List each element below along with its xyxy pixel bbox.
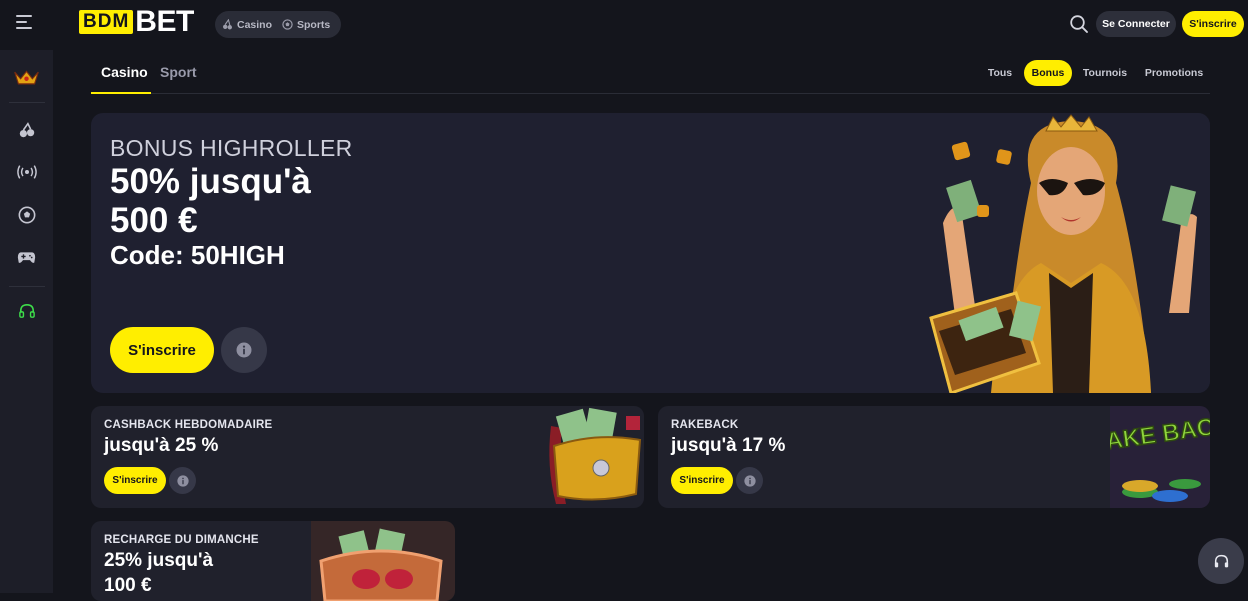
- banner-register-button[interactable]: S'inscrire: [110, 327, 214, 373]
- banner-headline-1: 50% jusqu'à: [110, 162, 311, 201]
- register-button[interactable]: S'inscrire: [1182, 11, 1244, 37]
- banner-headline-2: 500 €: [110, 201, 198, 240]
- filter-tournois[interactable]: Tournois: [1079, 60, 1131, 86]
- card-headline: jusqu'à 25 %: [104, 435, 219, 456]
- info-icon[interactable]: [169, 467, 196, 494]
- card-headline-2: 100 €: [104, 575, 152, 596]
- highroller-woman-illustration: [921, 113, 1210, 393]
- gamepad-icon[interactable]: [14, 245, 39, 270]
- live-broadcast-icon[interactable]: [14, 159, 39, 184]
- filter-tous[interactable]: Tous: [980, 60, 1020, 86]
- login-button[interactable]: Se Connecter: [1096, 11, 1176, 37]
- mode-casino[interactable]: Casino: [222, 19, 272, 31]
- rakeback-chips-illustration: RAKE BACK: [1110, 406, 1210, 508]
- tab-sport[interactable]: Sport: [160, 64, 197, 80]
- rakeback-card: RAKEBACK jusqu'à 17 % S'inscrire RAKE BA…: [658, 406, 1210, 508]
- card-register-button[interactable]: S'inscrire: [671, 467, 733, 494]
- sidebar: [0, 50, 53, 593]
- card-headline: jusqu'à 17 %: [671, 435, 786, 456]
- mode-switch: Casino Sports: [215, 11, 341, 38]
- logo-bdm: BDM: [79, 10, 134, 34]
- card-register-button[interactable]: S'inscrire: [104, 467, 166, 494]
- banner-label: BONUS HIGHROLLER: [110, 135, 353, 161]
- card-title: RAKEBACK: [671, 419, 739, 431]
- card-title: CASHBACK HEBDOMADAIRE: [104, 419, 273, 431]
- menu-icon[interactable]: [16, 15, 36, 33]
- cherries-icon[interactable]: [14, 117, 39, 142]
- cashback-card: CASHBACK HEBDOMADAIRE jusqu'à 25 % S'ins…: [91, 406, 644, 508]
- filter-bonus[interactable]: Bonus: [1024, 60, 1072, 86]
- sunday-reload-card: RECHARGE DU DIMANCHE 25% jusqu'à 100 €: [91, 521, 455, 601]
- cherries-icon: [223, 19, 232, 30]
- logo-bet: BET: [135, 5, 194, 38]
- filter-promotions[interactable]: Promotions: [1141, 60, 1207, 86]
- tab-casino[interactable]: Casino: [101, 64, 148, 80]
- tabs-row: Casino Sport Tous Bonus Tournois Promoti…: [91, 50, 1210, 94]
- mode-casino-label: Casino: [237, 18, 273, 31]
- jewel-bracelet-illustration: [311, 521, 455, 601]
- football-icon: [282, 19, 293, 30]
- gold-wallet-illustration: [549, 407, 642, 504]
- mode-sports[interactable]: Sports: [282, 19, 330, 31]
- card-title: RECHARGE DU DIMANCHE: [104, 534, 259, 546]
- support-chat-button[interactable]: [1198, 538, 1244, 584]
- top-bar: BDM BET Casino Sports Se Connecter S'ins…: [0, 0, 1248, 50]
- mode-sports-label: Sports: [297, 18, 331, 31]
- card-headline-1: 25% jusqu'à: [104, 550, 214, 571]
- sidebar-divider: [9, 102, 45, 103]
- sidebar-divider: [9, 286, 45, 287]
- info-icon[interactable]: [221, 327, 267, 373]
- football-icon[interactable]: [14, 202, 39, 227]
- vip-crown-icon[interactable]: [14, 65, 39, 90]
- headset-icon: [1214, 554, 1228, 567]
- logo[interactable]: BDM BET: [79, 5, 194, 38]
- search-icon[interactable]: [1069, 14, 1089, 34]
- info-icon[interactable]: [736, 467, 763, 494]
- active-tab-indicator: [91, 92, 151, 94]
- banner-promo-code: Code: 50HIGH: [110, 240, 285, 270]
- support-headset-icon[interactable]: [14, 298, 39, 323]
- highroller-banner: BONUS HIGHROLLER 50% jusqu'à 500 € Code:…: [91, 113, 1210, 393]
